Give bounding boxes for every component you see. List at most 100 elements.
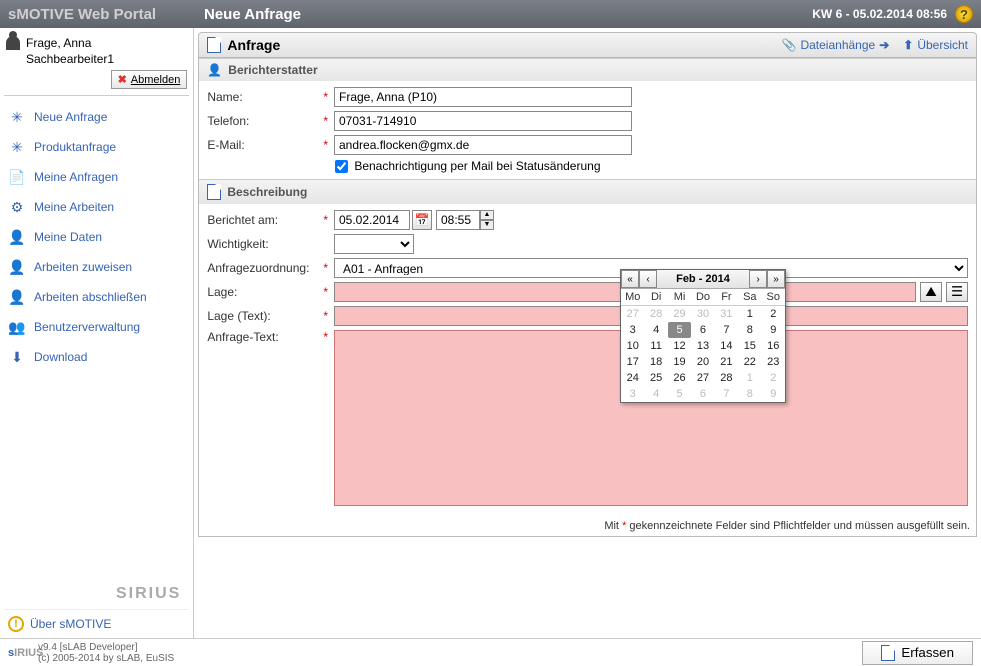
dp-day[interactable]: 3 [621, 386, 644, 402]
attachments-link[interactable]: 📎 Dateianhänge ➔ [782, 38, 890, 52]
logout-button[interactable]: ✖ Abmelden [111, 70, 188, 89]
required-marker: * [323, 114, 328, 128]
dp-day[interactable]: 9 [762, 386, 785, 402]
calendar-button[interactable]: 📅 [412, 210, 432, 230]
nav-label: Download [34, 350, 87, 364]
dp-day[interactable]: 25 [644, 370, 667, 386]
dp-day[interactable]: 7 [715, 322, 738, 338]
dp-day[interactable]: 6 [691, 386, 714, 402]
about-link[interactable]: ! Über sMOTIVE [4, 609, 189, 638]
dp-day[interactable]: 19 [668, 354, 691, 370]
my-data-icon: 👤 [8, 228, 26, 246]
footer-logo: sIRIUS [8, 647, 38, 659]
lage-label: Lage: [207, 285, 317, 299]
dp-next-year-button[interactable]: » [767, 270, 785, 288]
dp-day[interactable]: 23 [762, 354, 785, 370]
nav-label: Neue Anfrage [34, 110, 107, 124]
dp-day[interactable]: 7 [715, 386, 738, 402]
dp-day[interactable]: 11 [644, 338, 667, 354]
dp-day[interactable]: 13 [691, 338, 714, 354]
dp-day[interactable]: 26 [668, 370, 691, 386]
dp-day[interactable]: 27 [621, 306, 644, 323]
required-hint: Mit * gekennzeichnete Felder sind Pflich… [199, 516, 976, 536]
version-text: v9.4 [sLAB Developer] [38, 642, 174, 653]
dp-day[interactable]: 18 [644, 354, 667, 370]
nav-label: Meine Anfragen [34, 170, 118, 184]
assign-work-icon: 👤 [8, 258, 26, 276]
dp-day[interactable]: 8 [738, 322, 761, 338]
dp-day[interactable]: 9 [762, 322, 785, 338]
dp-day[interactable]: 1 [738, 306, 761, 323]
nav-item-7[interactable]: 👥Benutzerverwaltung [4, 312, 189, 342]
dp-day[interactable]: 5 [668, 322, 691, 338]
datepicker-popup: « ‹ Feb - 2014 › » MoDiMiDoFrSaSo 272829… [620, 269, 786, 403]
phone-input[interactable] [334, 111, 632, 131]
reported-time-input[interactable] [436, 210, 480, 230]
dp-day[interactable]: 8 [738, 386, 761, 402]
nav-item-5[interactable]: 👤 Arbeiten zuweisen [4, 252, 189, 282]
dp-day[interactable]: 4 [644, 322, 667, 338]
dp-day[interactable]: 29 [668, 306, 691, 323]
user-role: Sachbearbeiter1 [6, 52, 187, 66]
lage-list-button[interactable]: ☰ [946, 282, 968, 302]
submit-button[interactable]: Erfassen [862, 641, 973, 665]
nav-item-1[interactable]: ✳Produktanfrage [4, 132, 189, 162]
dp-day[interactable]: 21 [715, 354, 738, 370]
lage-text-label: Lage (Text): [207, 309, 317, 323]
nav-item-6[interactable]: 👤Arbeiten abschließen [4, 282, 189, 312]
reported-date-input[interactable] [334, 210, 410, 230]
nav-item-4[interactable]: 👤Meine Daten [4, 222, 189, 252]
dp-day[interactable]: 2 [762, 306, 785, 323]
dp-day[interactable]: 28 [644, 306, 667, 323]
importance-select[interactable] [334, 234, 414, 254]
dp-day[interactable]: 24 [621, 370, 644, 386]
arrow-up-icon: ⬆ [903, 38, 913, 52]
dp-day[interactable]: 27 [691, 370, 714, 386]
nav-item-0[interactable]: ✳Neue Anfrage [4, 102, 189, 132]
dp-day[interactable]: 17 [621, 354, 644, 370]
dp-day[interactable]: 30 [691, 306, 714, 323]
dp-day[interactable]: 12 [668, 338, 691, 354]
reporter-section-header: 👤 Berichterstatter [199, 59, 976, 81]
arrow-right-icon: ➔ [879, 38, 889, 52]
dp-next-month-button[interactable]: › [749, 270, 767, 288]
help-icon[interactable]: ? [955, 5, 973, 23]
email-input[interactable] [334, 135, 632, 155]
dp-day[interactable]: 22 [738, 354, 761, 370]
nav-item-8[interactable]: ⬇ Download [4, 342, 189, 372]
map-icon: ⛰ [925, 284, 936, 299]
user-icon [6, 36, 20, 50]
download-icon: ⬇ [8, 348, 26, 366]
email-label: E-Mail: [207, 138, 317, 152]
dp-day[interactable]: 31 [715, 306, 738, 323]
lage-map-button[interactable]: ⛰ [920, 282, 942, 302]
app-header: sMOTIVE Web Portal Neue Anfrage KW 6 - 0… [0, 0, 981, 28]
dp-day[interactable]: 28 [715, 370, 738, 386]
main-content: Anfrage 📎 Dateianhänge ➔ ⬆ Übersicht 👤 B… [194, 28, 981, 638]
dp-day[interactable]: 14 [715, 338, 738, 354]
person-icon: 👤 [207, 63, 222, 77]
required-marker: * [323, 90, 328, 104]
notify-checkbox[interactable] [335, 160, 348, 173]
dp-day[interactable]: 5 [668, 386, 691, 402]
name-input[interactable] [334, 87, 632, 107]
dp-day[interactable]: 10 [621, 338, 644, 354]
time-down-button[interactable]: ▼ [480, 220, 494, 230]
dp-day[interactable]: 20 [691, 354, 714, 370]
nav-item-3[interactable]: ⚙Meine Arbeiten [4, 192, 189, 222]
dp-day[interactable]: 2 [762, 370, 785, 386]
dp-prev-month-button[interactable]: ‹ [639, 270, 657, 288]
overview-link[interactable]: ⬆ Übersicht [903, 38, 968, 52]
time-up-button[interactable]: ▲ [480, 210, 494, 220]
nav-label: Arbeiten zuweisen [34, 260, 132, 274]
nav-item-2[interactable]: 📄Meine Anfragen [4, 162, 189, 192]
dp-day[interactable]: 1 [738, 370, 761, 386]
dp-day[interactable]: 4 [644, 386, 667, 402]
dp-prev-year-button[interactable]: « [621, 270, 639, 288]
dp-day[interactable]: 16 [762, 338, 785, 354]
list-icon: ☰ [951, 284, 963, 299]
dp-day[interactable]: 3 [621, 322, 644, 338]
dp-day[interactable]: 15 [738, 338, 761, 354]
dp-day[interactable]: 6 [691, 322, 714, 338]
user-info: Frage, Anna Sachbearbeiter1 ✖ Abmelden [4, 32, 189, 96]
